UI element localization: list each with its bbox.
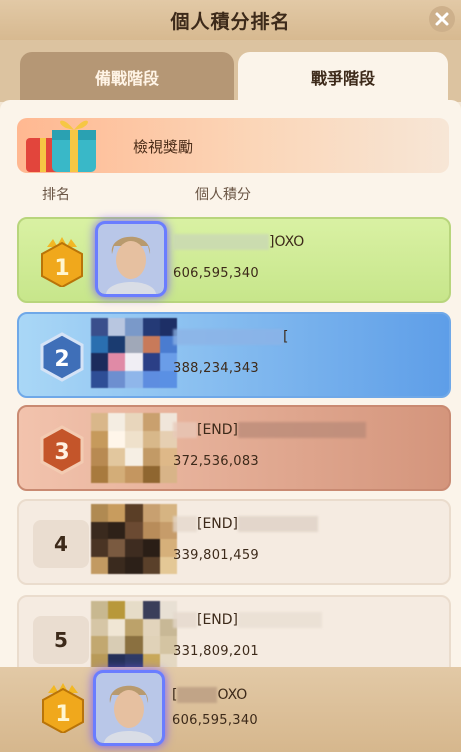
player-score: 331,809,201	[173, 644, 260, 659]
avatar	[91, 504, 177, 574]
silver-rank-medal-icon: 2	[40, 332, 84, 382]
player-score: 339,801,459	[173, 548, 260, 563]
player-name: [OXO	[172, 687, 247, 703]
header: 個人積分排名	[0, 0, 461, 40]
tab-war[interactable]: 戰爭階段	[238, 52, 448, 102]
gold-rank-medal-icon: 1	[41, 237, 83, 287]
close-icon	[435, 12, 449, 26]
player-name-text: [END]	[197, 516, 239, 532]
avatar	[91, 413, 177, 483]
player-name-text: [END]	[197, 612, 239, 628]
player-name-text: ]OXO	[269, 234, 305, 250]
rank-number: 2	[54, 347, 69, 372]
ranking-row-3[interactable]: 3 [END] 372,536,083	[17, 405, 451, 491]
tab-preparation[interactable]: 備戰階段	[20, 52, 234, 102]
player-name: [END]	[173, 516, 319, 532]
rank-number: 3	[54, 440, 69, 465]
avatar	[93, 670, 165, 746]
player-name: [	[173, 329, 288, 345]
column-header-score: 個人積分	[195, 187, 251, 203]
column-header-rank: 排名	[42, 187, 70, 203]
hero-portrait-icon	[96, 673, 162, 743]
bronze-rank-medal-icon: 3	[40, 425, 84, 475]
view-rewards-label: 檢視獎勵	[133, 138, 194, 156]
rank-number: 4	[33, 520, 89, 568]
rank-number: 1	[55, 702, 70, 727]
player-name-text: [END]	[197, 422, 239, 438]
close-button[interactable]	[429, 6, 455, 32]
ranking-row-4[interactable]: 4 [END] 339,801,459	[17, 499, 451, 585]
gift-icon	[26, 120, 96, 172]
my-ranking-row[interactable]: 1 [OXO 606,595,340	[0, 667, 461, 752]
ranking-row-2[interactable]: 2 [ 388,234,343	[17, 312, 451, 398]
rank-number: 5	[33, 616, 89, 664]
avatar	[91, 601, 177, 671]
rank-number: 1	[54, 256, 69, 281]
hero-portrait-icon	[98, 224, 164, 294]
ranking-row-1[interactable]: 1 ]OXO 606,595,340	[17, 217, 451, 303]
player-score: 388,234,343	[173, 361, 260, 376]
page-title: 個人積分排名	[170, 10, 291, 33]
player-name-text: OXO	[217, 687, 248, 703]
player-name: [END]	[173, 422, 367, 438]
player-name: [END]	[173, 612, 323, 628]
player-score: 606,595,340	[173, 266, 260, 281]
player-name-text: [	[283, 329, 289, 345]
gold-rank-medal-icon: 1	[42, 683, 84, 733]
avatar	[95, 221, 167, 297]
avatar	[91, 318, 177, 388]
player-score: 372,536,083	[173, 454, 260, 469]
tab-bar: 備戰階段 戰爭階段	[0, 40, 461, 102]
player-score: 606,595,340	[172, 713, 259, 728]
ranking-panel: 個人積分排名 備戰階段 戰爭階段 檢視獎勵 排名 個人積分 1]OXO 606…	[0, 0, 461, 752]
player-name: ]OXO	[173, 234, 304, 250]
